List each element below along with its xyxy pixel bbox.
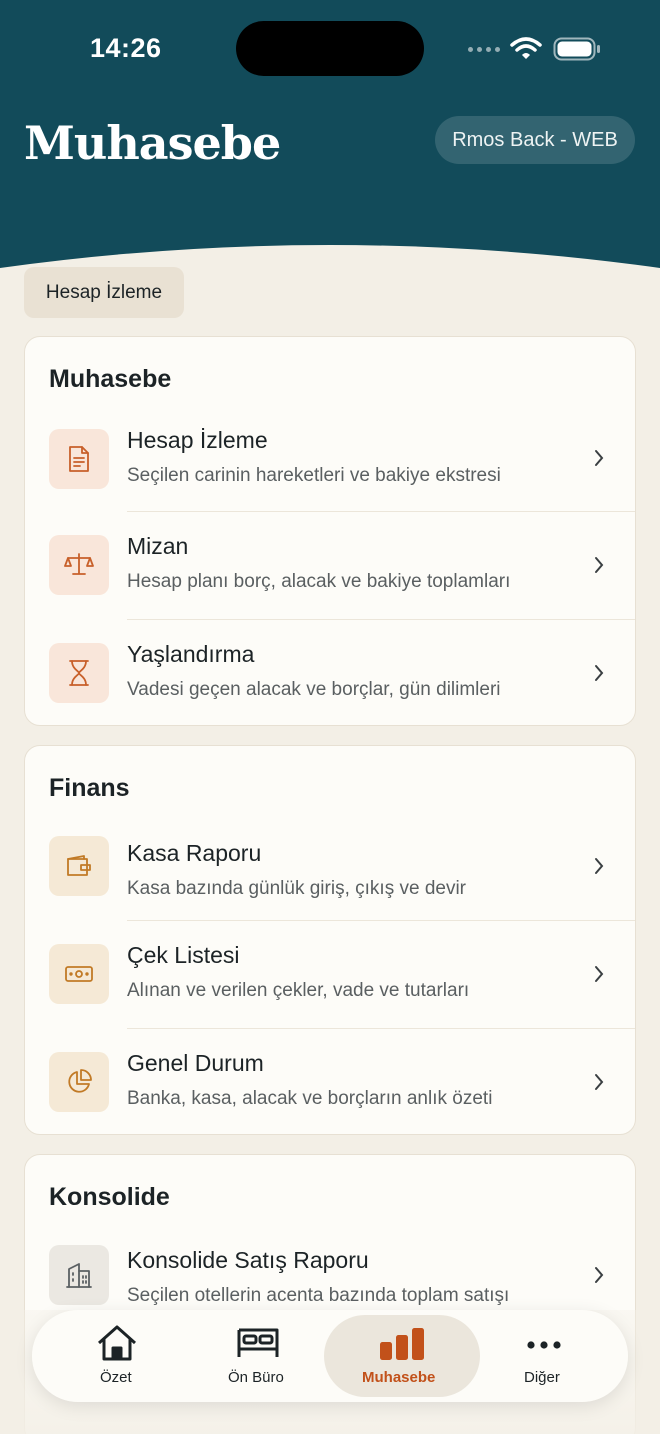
- building-icon: [49, 1245, 109, 1305]
- bar-chart-icon: [380, 1328, 424, 1360]
- tab-label: Ön Büro: [228, 1369, 284, 1386]
- item-title: Çek Listesi: [127, 942, 240, 968]
- bed-icon: [237, 1328, 279, 1357]
- chevron-right-icon: [595, 858, 604, 874]
- item-subtitle: Hesap planı borç, alacak ve bakiye topla…: [127, 571, 511, 592]
- item-subtitle: Banka, kasa, alacak ve borçların anlık ö…: [127, 1088, 493, 1109]
- chevron-right-icon: [595, 665, 604, 681]
- tab-label: Muhasebe: [362, 1369, 436, 1386]
- banknote-icon: [49, 944, 109, 1004]
- section-title: Muhasebe: [49, 365, 172, 393]
- pie-chart-icon: [49, 1052, 109, 1112]
- divider: [127, 619, 635, 620]
- header-curve: [0, 245, 660, 272]
- item-title: Kasa Raporu: [127, 840, 262, 866]
- tab-muhasebe[interactable]: Muhasebe: [358, 1310, 446, 1402]
- cellular-signal-icon: [468, 47, 500, 52]
- item-title: Hesap İzleme: [127, 427, 268, 453]
- chevron-right-icon: [595, 1074, 604, 1090]
- tab-on-buro[interactable]: Ön Büro: [218, 1310, 298, 1402]
- document-icon: [49, 429, 109, 489]
- divider: [127, 920, 635, 921]
- item-title: Genel Durum: [127, 1050, 264, 1076]
- item-subtitle: Kasa bazında günlük giriş, çıkış ve devi…: [127, 878, 467, 899]
- scale-icon: [49, 535, 109, 595]
- home-icon: [98, 1325, 136, 1361]
- item-title: Konsolide Satış Raporu: [127, 1247, 369, 1273]
- web-button[interactable]: Rmos Back - WEB: [435, 116, 635, 164]
- item-subtitle: Seçilen otellerin acenta bazında toplam …: [127, 1285, 510, 1306]
- chevron-right-icon: [595, 966, 604, 982]
- tab-label: Özet: [100, 1369, 132, 1386]
- list-item-genel-durum[interactable]: Genel Durum Banka, kasa, alacak ve borçl…: [25, 1028, 635, 1134]
- list-item-mizan[interactable]: Mizan Hesap planı borç, alacak ve bakiye…: [25, 511, 635, 619]
- list-item-hesap-izleme[interactable]: Hesap İzleme Seçilen carinin hareketleri…: [25, 413, 635, 521]
- page-title: Muhasebe: [24, 116, 281, 170]
- chevron-right-icon: [595, 450, 604, 466]
- tab-diger[interactable]: Diğer: [504, 1310, 584, 1402]
- list-item-kasa-raporu[interactable]: Kasa Raporu Kasa bazında günlük giriş, ç…: [25, 820, 635, 928]
- tab-bar: Özet Ön Büro Muhasebe Diğer: [32, 1310, 628, 1402]
- divider: [127, 511, 635, 512]
- item-subtitle: Seçilen carinin hareketleri ve bakiye ek…: [127, 465, 501, 486]
- list-item-cek-listesi[interactable]: Çek Listesi Alınan ve verilen çekler, va…: [25, 920, 635, 1028]
- item-subtitle: Alınan ve verilen çekler, vade ve tutarl…: [127, 980, 470, 1001]
- battery-icon: [553, 37, 600, 61]
- wallet-icon: [49, 836, 109, 896]
- item-title: Mizan: [127, 533, 189, 559]
- item-title: Yaşlandırma: [127, 641, 255, 667]
- tab-ozet[interactable]: Özet: [76, 1310, 156, 1402]
- status-time: 14:26: [90, 33, 162, 63]
- hourglass-icon: [49, 643, 109, 703]
- item-subtitle: Vadesi geçen alacak ve borçlar, gün dili…: [127, 679, 501, 700]
- chevron-right-icon: [595, 557, 604, 573]
- tab-label: Diğer: [524, 1369, 560, 1386]
- section-finans: Finans Kasa Raporu Kasa bazında günlük g…: [24, 745, 636, 1135]
- dynamic-island: [236, 21, 424, 76]
- recent-shortcut-chip[interactable]: Hesap İzleme: [24, 267, 184, 318]
- section-title: Finans: [49, 774, 130, 802]
- section-title: Konsolide: [49, 1183, 170, 1211]
- status-bar: 14:26: [0, 0, 660, 100]
- chevron-right-icon: [595, 1267, 604, 1283]
- divider: [127, 1028, 635, 1029]
- wifi-icon: [510, 37, 542, 59]
- section-muhasebe: Muhasebe Hesap İzleme Seçilen carinin ha…: [24, 336, 636, 726]
- list-item-yaslandirma[interactable]: Yaşlandırma Vadesi geçen alacak ve borçl…: [25, 619, 635, 725]
- more-icon: [527, 1341, 561, 1349]
